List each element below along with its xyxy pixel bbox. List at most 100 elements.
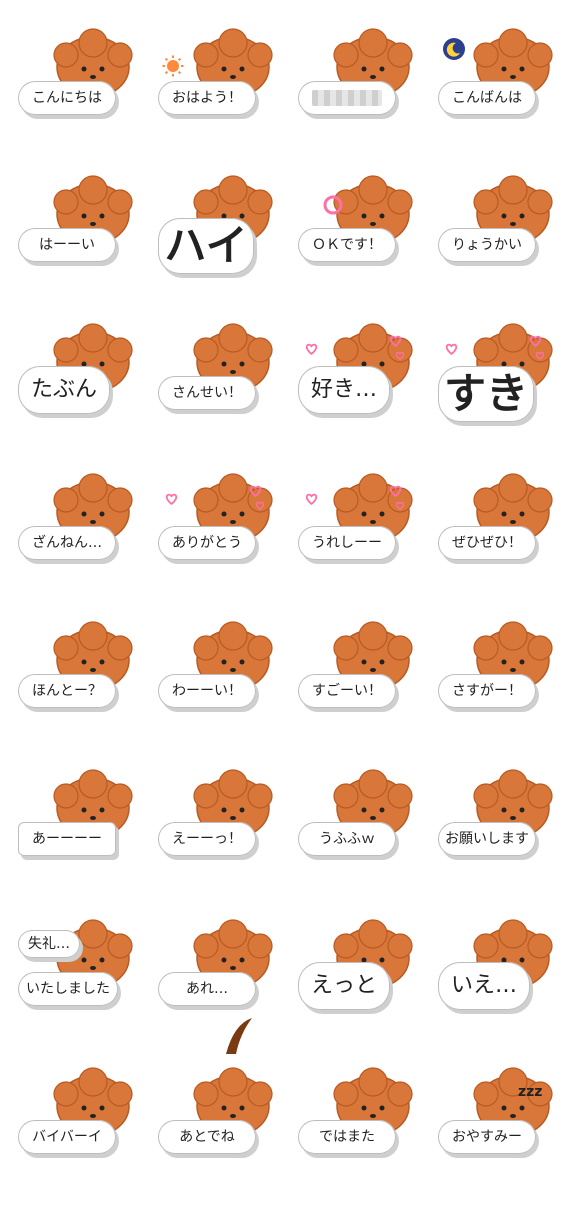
sticker-label: バイバーイ (32, 1129, 102, 1145)
sticker[interactable]: さんせい！ (158, 320, 298, 470)
speech-bubble: うれしーー (298, 526, 396, 560)
sticker[interactable]: バイバーイ (18, 1064, 158, 1214)
sticker-label: たぶん (30, 377, 97, 402)
speech-bubble: さすがー！ (438, 674, 536, 708)
sticker-label: すき (443, 369, 528, 418)
sticker[interactable]: さすがー！ (438, 618, 562, 768)
sticker-label: すごーい！ (312, 683, 382, 699)
sticker[interactable]: ではまた (298, 1064, 438, 1214)
sticker-label: ではまた (319, 1129, 375, 1145)
sticker-label: うれしーー (312, 535, 382, 551)
sticker[interactable]: ほんとー？ (18, 618, 158, 768)
sticker[interactable]: あとでね (158, 1064, 298, 1214)
sticker[interactable]: うれしーー (298, 470, 438, 620)
sticker-label: いえ… (450, 973, 517, 998)
hearts-icon (305, 485, 405, 511)
speech-bubble: いえ… (438, 962, 530, 1010)
svg-text:zzz: zzz (518, 1084, 542, 1100)
sticker-label: さすがー！ (452, 683, 522, 699)
speech-bubble: ほんとー？ (18, 674, 116, 708)
ok-circle-icon (323, 195, 343, 215)
speech-bubble: いたしました (18, 972, 118, 1006)
speech-bubble: あーーーー (18, 822, 116, 856)
speech-bubble: 失礼… (18, 930, 80, 958)
sticker[interactable]: あーーーー (18, 766, 158, 916)
speech-bubble: ぜひぜひ！ (438, 526, 536, 560)
speech-bubble: ありがとう (158, 526, 256, 560)
sticker-label: あーーーー (32, 831, 102, 847)
sticker[interactable]: 失礼… いたしました (18, 916, 158, 1066)
speech-bubble: バイバーイ (18, 1120, 116, 1154)
sticker[interactable]: わーーい！ (158, 618, 298, 768)
speech-bubble: ＯＫです！ (298, 228, 396, 262)
sticker[interactable]: すごーい！ (298, 618, 438, 768)
sticker[interactable]: おやすみー zzz (438, 1064, 562, 1214)
speech-bubble: すごーい！ (298, 674, 396, 708)
speech-bubble: こんばんは (438, 81, 536, 115)
sticker[interactable]: 好き… (298, 320, 438, 470)
sticker[interactable]: いえ… (438, 916, 562, 1066)
sticker[interactable]: りょうかい (438, 172, 562, 322)
sticker[interactable]: ありがとう (158, 470, 298, 620)
sticker-label: ハイ (164, 221, 248, 270)
speech-bubble: 好き… (298, 366, 390, 414)
sticker-label: 失礼… (28, 936, 70, 952)
zzz-icon: zzz (518, 1084, 542, 1100)
sticker-label: ぜひぜひ！ (452, 535, 522, 551)
sticker-label: えっと (310, 973, 377, 998)
sticker-label: はーーい (39, 237, 95, 253)
speech-bubble: さんせい！ (158, 376, 256, 410)
speech-bubble: あれ… (158, 972, 256, 1006)
sticker[interactable]: こんにちは (18, 25, 158, 175)
sticker[interactable]: お願いします (438, 766, 562, 916)
speech-bubble: りょうかい (438, 228, 536, 262)
sticker[interactable]: はーーい (18, 172, 158, 322)
sticker[interactable]: ざんねん… (18, 470, 158, 620)
sticker-label: あとでね (179, 1129, 235, 1145)
sun-icon (162, 55, 184, 77)
sticker[interactable]: ハイ (158, 172, 298, 322)
sticker-label: わーーい！ (172, 683, 242, 699)
redacted-text (312, 90, 382, 106)
hearts-icon (445, 335, 545, 361)
speech-bubble: ではまた (298, 1120, 396, 1154)
sticker-label: りょうかい (452, 237, 522, 253)
sticker-label: さんせい！ (172, 385, 242, 401)
sticker-label: うふふｗ (319, 831, 375, 847)
hearts-icon (165, 485, 265, 511)
sticker-label: えーーっ！ (172, 831, 242, 847)
sticker[interactable]: おはよう！ (158, 25, 298, 175)
moon-icon (443, 38, 465, 60)
sticker[interactable]: うふふｗ (298, 766, 438, 916)
sticker-label: ＯＫです！ (312, 237, 382, 253)
speech-bubble: はーーい (18, 228, 116, 262)
sticker-label-2: いたしました (26, 981, 110, 997)
sticker-label: おはよう！ (172, 90, 242, 106)
speech-bubble: わーーい！ (158, 674, 256, 708)
sticker[interactable]: たぶん (18, 320, 158, 470)
speech-bubble: おやすみー (438, 1120, 536, 1154)
sticker[interactable] (298, 25, 438, 175)
sticker-label: 好き… (310, 377, 377, 402)
sticker-label: ありがとう (172, 535, 242, 551)
sticker[interactable]: こんばんは (438, 25, 562, 175)
hearts-icon (305, 335, 405, 361)
sticker-label: あれ… (186, 981, 228, 997)
speech-bubble: たぶん (18, 366, 110, 414)
sticker[interactable]: えっと (298, 916, 438, 1066)
speech-bubble: ざんねん… (18, 526, 116, 560)
sticker-label: ざんねん… (32, 535, 102, 551)
sticker-label: こんにちは (32, 90, 102, 106)
sticker[interactable]: ＯＫです！ (298, 172, 438, 322)
speech-bubble: あとでね (158, 1120, 256, 1154)
sticker[interactable]: あれ… (158, 916, 298, 1066)
speech-bubble: えーーっ！ (158, 822, 256, 856)
curl-icon (226, 1018, 252, 1054)
sticker[interactable]: ぜひぜひ！ (438, 470, 562, 620)
sticker-label: お願いします (445, 831, 529, 847)
speech-bubble: こんにちは (18, 81, 116, 115)
sticker[interactable]: えーーっ！ (158, 766, 298, 916)
speech-bubble: おはよう！ (158, 81, 256, 115)
sticker[interactable]: すき (438, 320, 562, 470)
sticker-label: こんばんは (452, 90, 522, 106)
